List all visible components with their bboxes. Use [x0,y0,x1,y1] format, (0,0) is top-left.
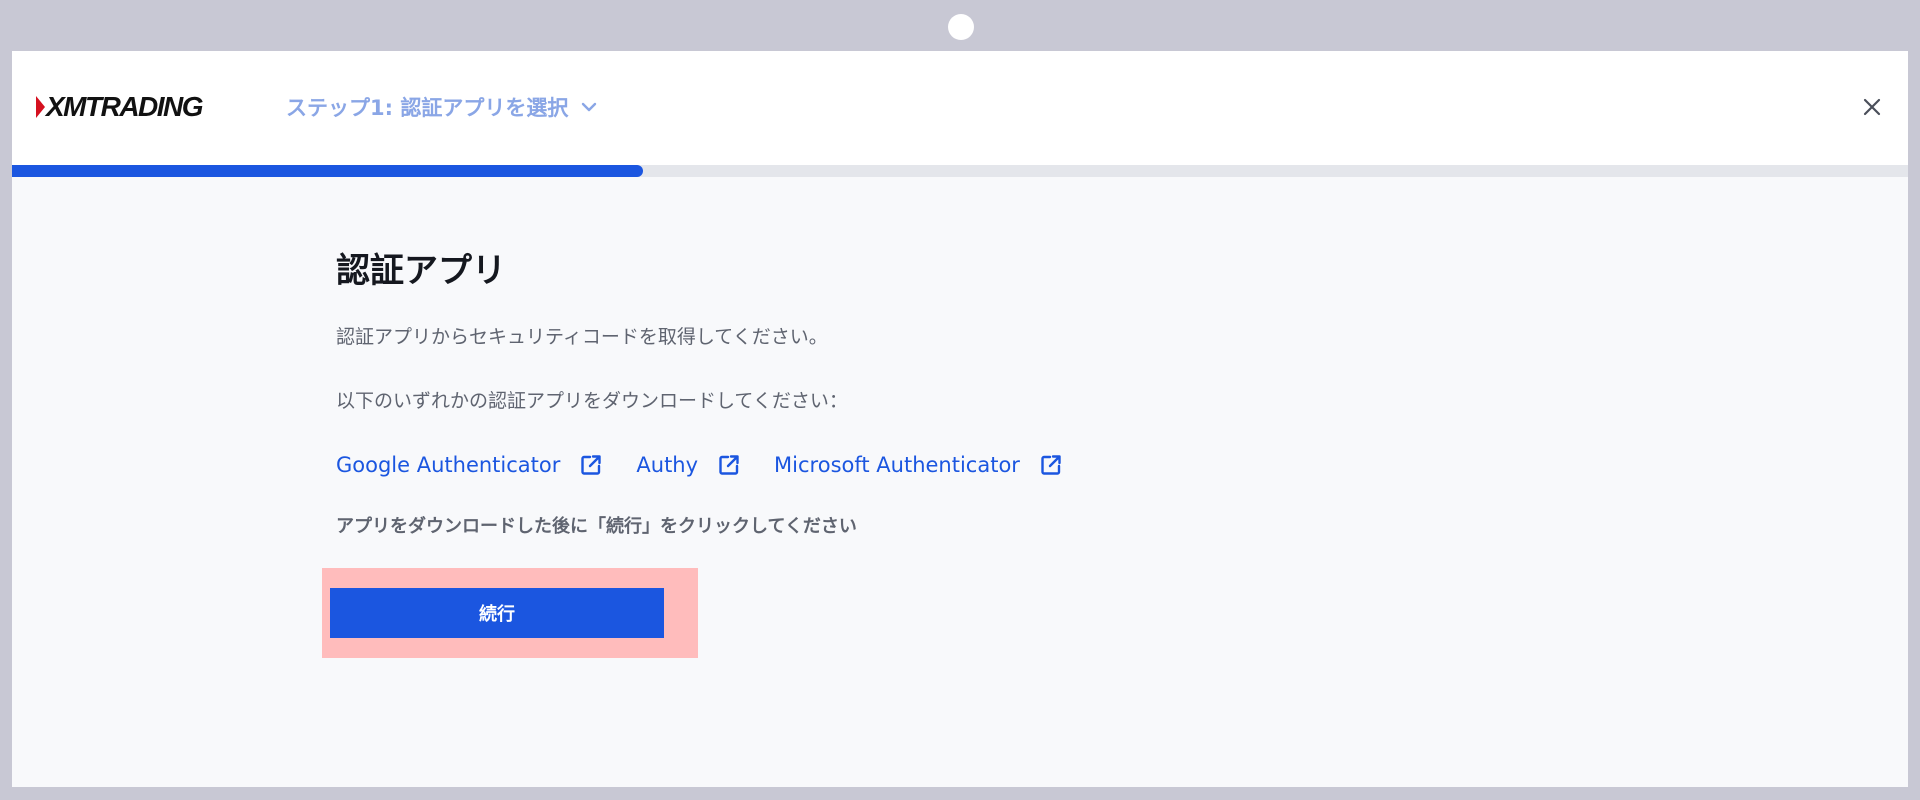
page-title: 認証アプリ [336,251,506,291]
microsoft-authenticator-link[interactable]: Microsoft Authenticator [774,453,1062,477]
authenticator-app-links: Google Authenticator Authy Microsoft Aut… [336,447,1096,483]
link-label: Authy [636,453,699,477]
xmtrading-logo: XMTRADING [36,91,204,123]
progress-bar-fill [12,165,644,177]
download-instruction-text: 以下のいずれかの認証アプリをダウンロードしてください： [336,390,848,412]
logo-text: XMTRADING [46,91,204,122]
browser-viewport: XMTRADING ステップ1: 認証アプリを選択 認証アプリ 認証アプリからセ… [12,51,1908,787]
logo-mark-icon [36,96,45,118]
continue-instruction-text: アプリをダウンロードした後に「続行」をクリックしてください [336,516,857,537]
description-text: 認証アプリからセキュリティコードを取得してください。 [336,326,828,348]
authy-link[interactable]: Authy [636,453,740,477]
step-selector-dropdown[interactable]: ステップ1: 認証アプリを選択 [286,91,598,123]
external-link-icon [1040,454,1062,476]
external-link-icon [580,454,602,476]
step-label: ステップ1: 認証アプリを選択 [286,96,569,120]
chevron-down-icon [580,98,598,116]
link-label: Google Authenticator [336,453,561,477]
link-label: Microsoft Authenticator [774,453,1020,477]
camera-dot [948,14,974,40]
external-link-icon [718,454,740,476]
progress-bar [12,165,1908,177]
close-icon[interactable] [1858,93,1886,121]
main-content: 認証アプリ 認証アプリからセキュリティコードを取得してください。 以下のいずれか… [322,247,1236,658]
button-highlight: 続行 [322,568,698,658]
continue-button[interactable]: 続行 [330,588,664,638]
header: XMTRADING ステップ1: 認証アプリを選択 [12,51,1908,165]
google-authenticator-link[interactable]: Google Authenticator [336,453,602,477]
